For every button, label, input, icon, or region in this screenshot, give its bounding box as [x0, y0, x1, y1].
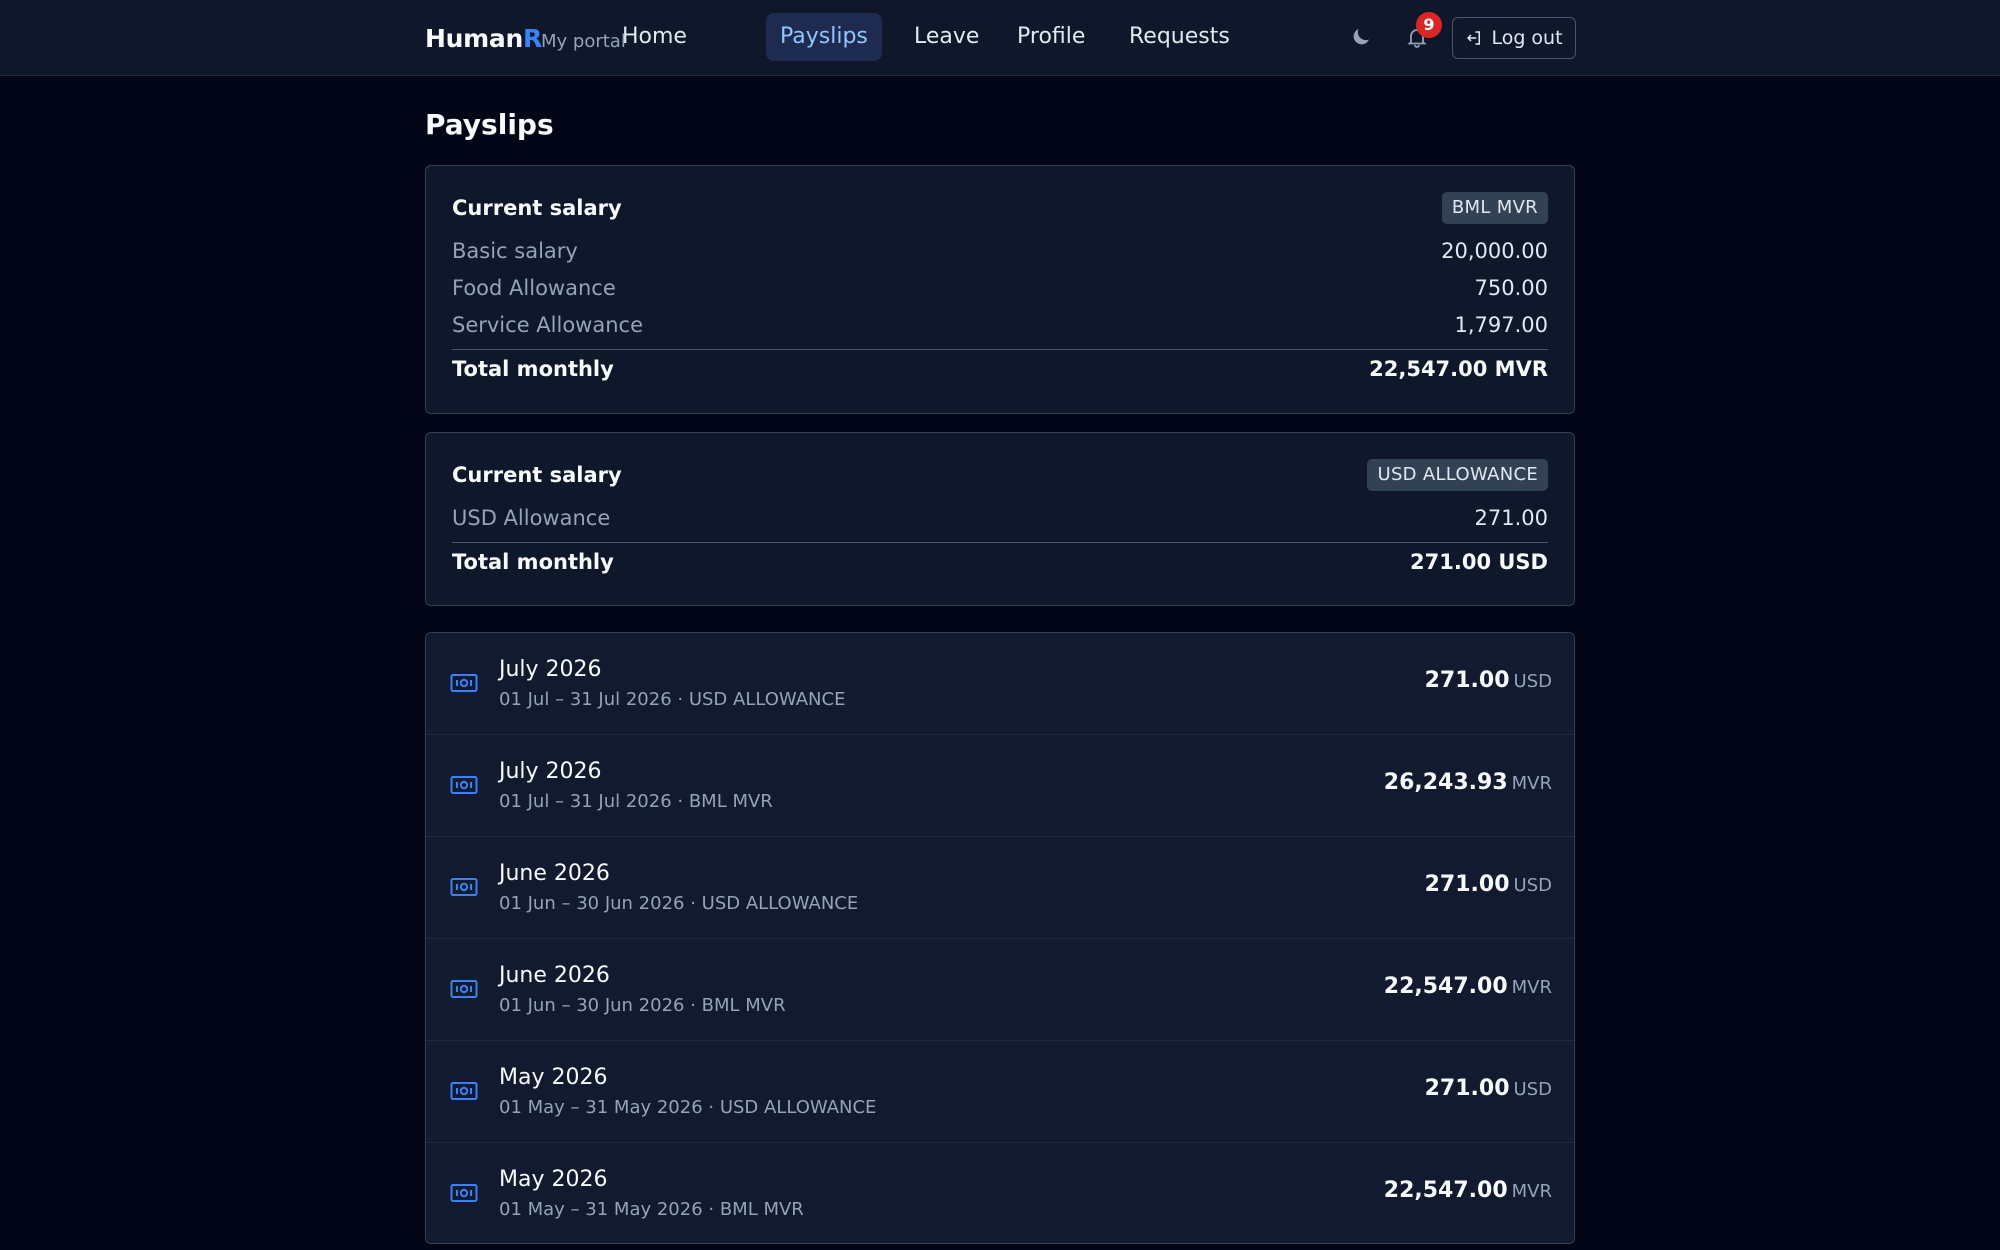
account-tag: USD ALLOWANCE: [1367, 459, 1548, 491]
top-navbar: HumanR My portal Home Payslips Leave Pro…: [0, 0, 2000, 76]
banknote-icon: [450, 878, 478, 896]
salary-line: USD Allowance 271.00: [452, 502, 1548, 534]
payslip-amount-value: 271.00: [1424, 872, 1510, 897]
payslip-amount-value: 26,243.93: [1383, 770, 1508, 795]
payslip-currency: USD: [1513, 1079, 1552, 1100]
salary-line-value: 750.00: [1474, 276, 1548, 300]
payslip-period: 01 Jun – 30 Jun 2026 · USD ALLOWANCE: [499, 893, 859, 914]
total-monthly-label: Total monthly: [452, 550, 614, 574]
account-tag: BML MVR: [1441, 192, 1548, 224]
salary-line-label: Food Allowance: [452, 276, 616, 300]
salary-card-header: Current salary USD ALLOWANCE: [452, 459, 1548, 493]
logout-button[interactable]: Log out: [1452, 17, 1576, 59]
payslip-period: 01 Jul – 31 Jul 2026 · USD ALLOWANCE: [499, 689, 846, 710]
payslip-period: 01 Jul – 31 Jul 2026 · BML MVR: [499, 791, 773, 812]
salary-card-mvr: Current salary BML MVR Basic salary 20,0…: [425, 165, 1575, 414]
payslip-amount: 26,243.93 MVR: [1384, 770, 1552, 795]
salary-line: Service Allowance 1,797.00: [452, 309, 1548, 341]
salary-line-label: Service Allowance: [452, 313, 643, 337]
salary-line-value: 1,797.00: [1454, 313, 1548, 337]
payslip-amount: 22,547.00 MVR: [1384, 1178, 1552, 1203]
banknote-icon: [450, 1082, 478, 1100]
payslip-amount-value: 271.00: [1424, 1076, 1510, 1101]
salary-line: Basic salary 20,000.00: [452, 235, 1548, 267]
banknote-icon: [450, 674, 478, 692]
payslip-amount-value: 271.00: [1424, 668, 1510, 693]
payslip-row[interactable]: May 2026 01 May – 31 May 2026 · BML MVR …: [426, 1143, 1574, 1243]
payslip-title: June 2026: [499, 963, 610, 988]
salary-card-usd: Current salary USD ALLOWANCE USD Allowan…: [425, 432, 1575, 606]
salary-line-value: 271.00: [1474, 506, 1548, 530]
salary-line: Food Allowance 750.00: [452, 272, 1548, 304]
payslip-list: July 2026 01 Jul – 31 Jul 2026 · USD ALL…: [425, 632, 1575, 1244]
payslip-amount: 271.00 USD: [1425, 1076, 1552, 1101]
total-monthly-row: Total monthly 22,547.00 MVR: [452, 353, 1548, 385]
payslip-amount: 271.00 USD: [1425, 872, 1552, 897]
payslip-currency: MVR: [1511, 773, 1552, 794]
salary-line-value: 20,000.00: [1441, 239, 1548, 263]
notification-count-badge: 9: [1416, 12, 1442, 38]
payslip-row[interactable]: July 2026 01 Jul – 31 Jul 2026 · BML MVR…: [426, 735, 1574, 837]
nav-link-home[interactable]: Home: [608, 13, 701, 61]
navbar-inner: HumanR My portal Home Payslips Leave Pro…: [425, 0, 1576, 76]
nav-link-payslips[interactable]: Payslips: [766, 13, 882, 61]
payslip-title: June 2026: [499, 861, 610, 886]
payslip-amount: 271.00 USD: [1425, 668, 1552, 693]
payslip-amount-value: 22,547.00: [1383, 1178, 1508, 1203]
theme-toggle-button[interactable]: [1346, 22, 1376, 52]
payslip-amount-value: 22,547.00: [1383, 974, 1508, 999]
total-monthly-value: 271.00 USD: [1410, 550, 1548, 574]
nav-link-requests[interactable]: Requests: [1115, 13, 1244, 61]
payslip-currency: MVR: [1511, 1181, 1552, 1202]
nav-link-leave[interactable]: Leave: [900, 13, 993, 61]
salary-card-header: Current salary BML MVR: [452, 192, 1548, 226]
brand-main: Human: [425, 24, 523, 53]
brand-accent: R: [522, 24, 542, 53]
divider: [452, 349, 1548, 350]
payslip-period: 01 May – 31 May 2026 · BML MVR: [499, 1199, 804, 1220]
banknote-icon: [450, 980, 478, 998]
payslip-currency: USD: [1513, 671, 1552, 692]
banknote-icon: [450, 776, 478, 794]
logout-icon: [1467, 31, 1481, 45]
divider: [452, 542, 1548, 543]
payslip-title: July 2026: [499, 759, 602, 784]
salary-card-title: Current salary: [452, 196, 622, 220]
payslip-currency: USD: [1513, 875, 1552, 896]
nav-link-profile[interactable]: Profile: [1003, 13, 1099, 61]
payslip-title: May 2026: [499, 1167, 608, 1192]
page-title: Payslips: [425, 108, 554, 141]
payslip-row[interactable]: June 2026 01 Jun – 30 Jun 2026 · BML MVR…: [426, 939, 1574, 1041]
payslip-row[interactable]: July 2026 01 Jul – 31 Jul 2026 · USD ALL…: [426, 633, 1574, 735]
payslip-title: May 2026: [499, 1065, 608, 1090]
payslip-title: July 2026: [499, 657, 602, 682]
salary-line-label: USD Allowance: [452, 506, 611, 530]
payslip-amount: 22,547.00 MVR: [1384, 974, 1552, 999]
salary-line-label: Basic salary: [452, 239, 578, 263]
brand-logo[interactable]: HumanR: [425, 24, 542, 53]
total-monthly-label: Total monthly: [452, 357, 614, 381]
banknote-icon: [450, 1184, 478, 1202]
logout-label: Log out: [1491, 27, 1563, 49]
payslip-period: 01 Jun – 30 Jun 2026 · BML MVR: [499, 995, 786, 1016]
payslip-row[interactable]: June 2026 01 Jun – 30 Jun 2026 · USD ALL…: [426, 837, 1574, 939]
payslip-period: 01 May – 31 May 2026 · USD ALLOWANCE: [499, 1097, 877, 1118]
total-monthly-row: Total monthly 271.00 USD: [452, 546, 1548, 578]
total-monthly-value: 22,547.00 MVR: [1369, 357, 1548, 381]
payslip-row[interactable]: May 2026 01 May – 31 May 2026 · USD ALLO…: [426, 1041, 1574, 1143]
moon-icon: [1353, 29, 1369, 45]
salary-card-title: Current salary: [452, 463, 622, 487]
payslip-currency: MVR: [1511, 977, 1552, 998]
